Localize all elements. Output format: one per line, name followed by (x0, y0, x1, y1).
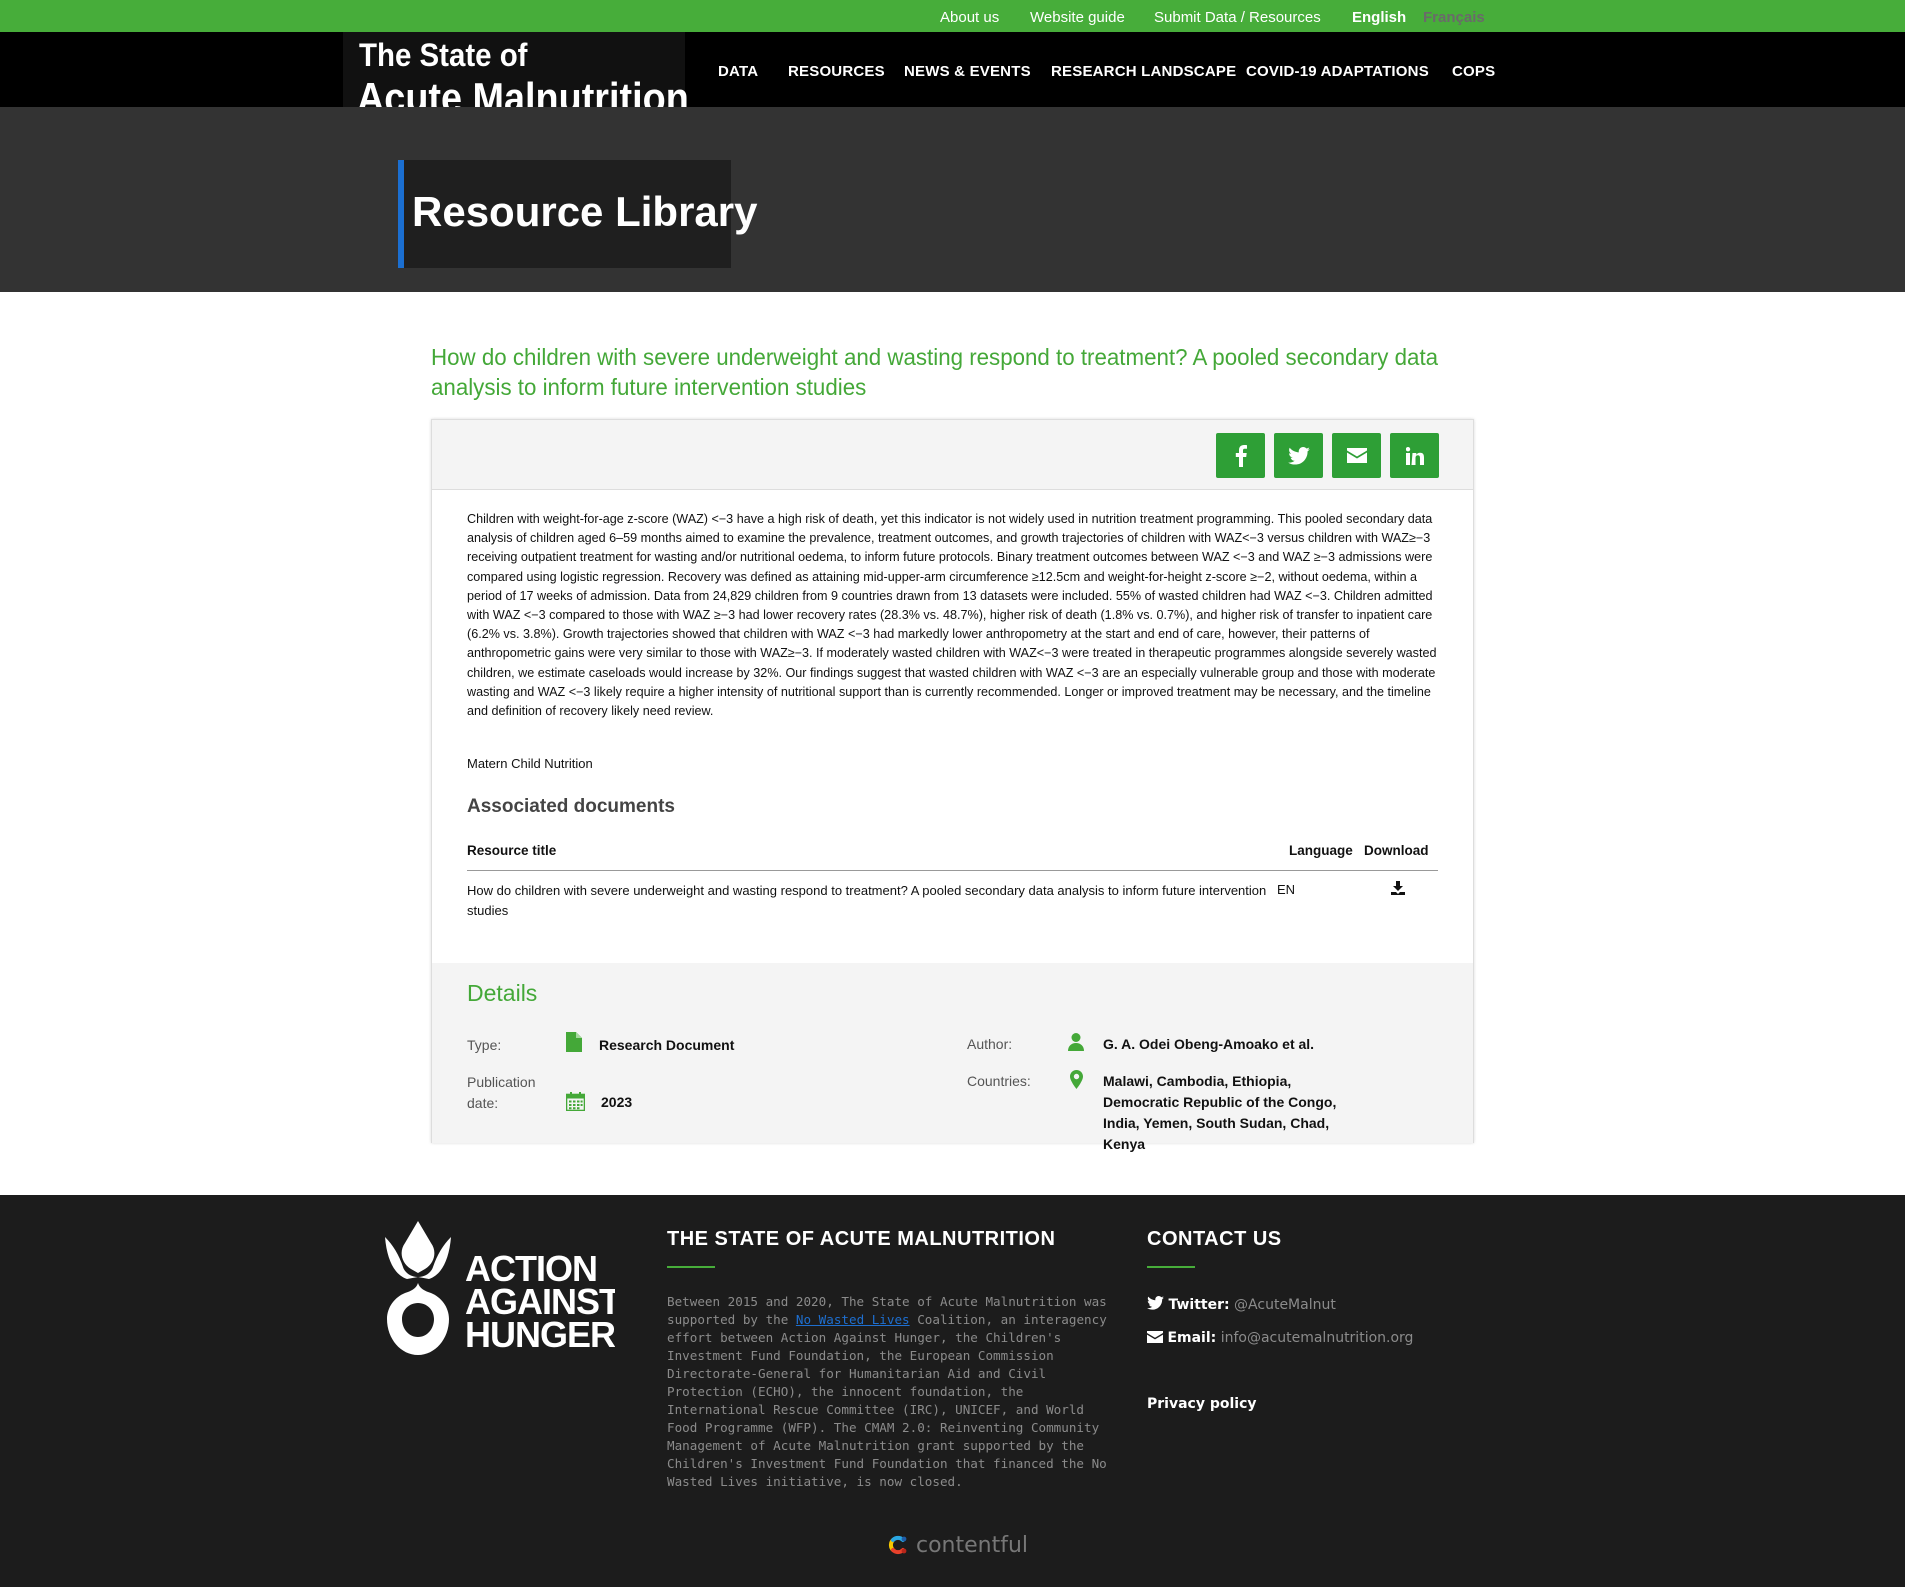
share-twitter-button[interactable] (1274, 433, 1323, 478)
download-button[interactable] (1391, 881, 1405, 900)
submit-data-link[interactable]: Submit Data / Resources (1154, 9, 1321, 26)
share-email-button[interactable] (1332, 433, 1381, 478)
top-utility-bar: About us Website guide Submit Data / Res… (0, 0, 1905, 32)
details-section: Details Type: Research Document Publicat… (432, 963, 1473, 1152)
details-heading: Details (467, 980, 538, 1006)
twitter-icon (1147, 1296, 1164, 1310)
table-row-language: EN (1277, 882, 1296, 897)
type-value: Research Document (599, 1037, 735, 1053)
publication-date-label: Publication date: (467, 1074, 536, 1111)
author-label: Author: (967, 1036, 1013, 1052)
footer-twitter-line: Twitter: @AcuteMalnut (1147, 1296, 1336, 1313)
document-card: Children with weight-for-age z-score (WA… (431, 419, 1474, 1152)
footer-contact-heading: CONTACT US (1147, 1228, 1282, 1250)
countries-label: Countries: (967, 1073, 1031, 1089)
type-label: Type: (467, 1037, 502, 1053)
nav-covid-adaptations[interactable]: COVID-19 ADAPTATIONS (1246, 63, 1429, 80)
footer-about-underline (667, 1266, 715, 1268)
page-hero (0, 107, 1905, 292)
footer-contact-underline (1147, 1266, 1195, 1268)
twitter-label: Twitter: (1168, 1297, 1230, 1313)
publication-date-value: 2023 (601, 1094, 633, 1110)
nav-news-events[interactable]: NEWS & EVENTS (904, 63, 1031, 80)
twitter-icon (1287, 446, 1310, 465)
facebook-icon (1235, 444, 1247, 467)
linkedin-icon (1405, 446, 1424, 465)
nav-data[interactable]: DATA (718, 63, 758, 80)
footer-about-text-post: Coalition, an interagency effort between… (667, 1312, 1107, 1489)
nav-resources[interactable]: RESOURCES (788, 63, 885, 80)
user-icon (1068, 1033, 1084, 1051)
document-title: How do children with severe underweight … (431, 344, 1439, 400)
about-us-link[interactable]: About us (940, 9, 999, 26)
email-icon (1147, 1331, 1163, 1343)
share-facebook-button[interactable] (1216, 433, 1265, 478)
download-icon (1391, 881, 1405, 895)
no-wasted-lives-link[interactable]: No Wasted Lives (796, 1312, 910, 1327)
author-value: G. A. Odei Obeng-Amoako et al. (1103, 1036, 1315, 1052)
table-header-divider (467, 870, 1438, 871)
website-guide-link[interactable]: Website guide (1030, 9, 1125, 26)
column-header-download: Download (1364, 843, 1429, 858)
contentful-wordmark: contentful (916, 1532, 1029, 1558)
footer-email-line: Email: info@acutemalnutrition.org (1147, 1330, 1413, 1346)
location-pin-icon (1070, 1070, 1083, 1089)
hero-title-box: Resource Library (398, 160, 757, 268)
privacy-policy-link[interactable]: Privacy policy (1147, 1396, 1257, 1412)
site-logo-line1: The State of (359, 37, 528, 73)
countries-value: Malawi, Cambodia, Ethiopia, Democratic R… (1103, 1073, 1337, 1152)
document-abstract: Children with weight-for-age z-score (WA… (467, 512, 1437, 719)
nav-research-landscape[interactable]: RESEARCH LANDSCAPE (1051, 63, 1236, 80)
table-row-title: How do children with severe underweight … (467, 883, 1267, 918)
contentful-badge[interactable]: contentful (884, 1531, 1028, 1559)
share-linkedin-button[interactable] (1390, 433, 1439, 478)
document-icon (566, 1032, 582, 1052)
contentful-logo-icon (888, 1535, 907, 1555)
associated-documents-heading: Associated documents (467, 796, 675, 817)
nav-cops[interactable]: COPS (1452, 63, 1495, 80)
column-header-title: Resource title (467, 843, 557, 858)
language-french-link[interactable]: Français (1423, 9, 1485, 26)
footer-about-heading: THE STATE OF ACUTE MALNUTRITION (667, 1228, 1056, 1250)
aah-logo-line3: HUNGER (465, 1314, 615, 1355)
email-address-link[interactable]: info@acutemalnutrition.org (1221, 1330, 1414, 1346)
page-title: Resource Library (412, 188, 758, 235)
email-icon (1346, 448, 1367, 463)
email-label: Email: (1167, 1330, 1217, 1346)
twitter-handle-link[interactable]: @AcuteMalnut (1234, 1297, 1336, 1313)
journal-name: Matern Child Nutrition (467, 756, 593, 771)
action-against-hunger-logo[interactable]: ACTION AGAINST HUNGER (385, 1221, 615, 1361)
column-header-language: Language (1289, 843, 1353, 858)
language-english-link[interactable]: English (1352, 9, 1406, 26)
share-toolbar (432, 420, 1473, 490)
footer-about-text: Between 2015 and 2020, The State of Acut… (667, 1293, 1107, 1491)
calendar-icon (566, 1092, 585, 1111)
